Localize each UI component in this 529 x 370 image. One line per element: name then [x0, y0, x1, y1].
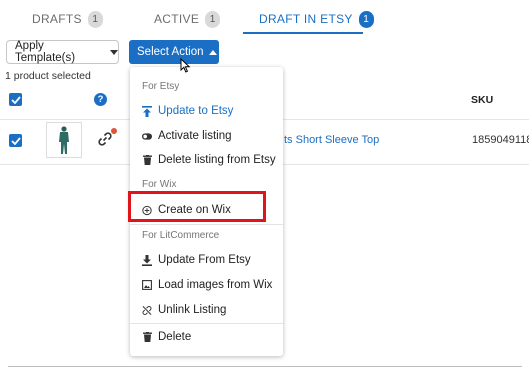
column-header-sku: SKU — [471, 94, 494, 106]
upload-icon — [142, 105, 152, 117]
menu-section-wix: For Wix — [142, 179, 177, 190]
menu-item-create-on-wix[interactable]: Create on Wix — [130, 199, 283, 221]
trash-icon — [142, 155, 152, 165]
menu-section-etsy: For Etsy — [142, 81, 180, 92]
row-checkbox[interactable] — [9, 134, 22, 147]
apply-template-label: Apply Template(s) — [15, 40, 76, 64]
select-all-checkbox[interactable] — [9, 93, 22, 106]
menu-item-label: Activate listing — [158, 130, 232, 142]
toggle-icon — [142, 132, 152, 140]
status-dot — [111, 128, 117, 134]
menu-divider — [130, 224, 283, 225]
tab-count-badge: 1 — [87, 10, 103, 28]
menu-item-label: Unlink Listing — [158, 304, 227, 316]
tab-active[interactable]: ACTIVE 1 — [154, 8, 221, 30]
menu-item-label: Delete listing from Etsy — [158, 154, 276, 166]
apply-template-button[interactable]: Apply Template(s) — [6, 40, 119, 64]
menu-item-label: Delete — [158, 331, 192, 343]
help-icon[interactable]: ? — [94, 93, 107, 106]
trash-icon — [142, 332, 152, 342]
tab-drafts[interactable]: DRAFTS 1 — [32, 8, 103, 30]
tab-count-badge: 1 — [358, 10, 374, 28]
selection-count: 1 product selected — [5, 70, 91, 82]
menu-item-label: Update From Etsy — [158, 254, 251, 266]
check-icon — [10, 136, 21, 145]
bottom-divider — [8, 366, 522, 367]
tab-label: DRAFT IN ETSY — [259, 12, 353, 26]
product-title-link[interactable]: ts Short Sleeve Top — [284, 134, 379, 146]
add-circle-icon — [142, 205, 152, 215]
mouse-cursor-icon — [180, 58, 191, 73]
download-icon — [142, 254, 152, 266]
menu-item-delete-from-etsy[interactable]: Delete listing from Etsy — [130, 149, 283, 171]
select-action-menu: For Etsy Update to Etsy Activate listing… — [130, 67, 283, 356]
select-action-button[interactable]: Select Action — [129, 40, 219, 64]
menu-divider — [130, 323, 283, 324]
tab-count-badge: 1 — [205, 10, 221, 28]
menu-item-label: Update to Etsy — [158, 105, 234, 117]
active-tab-indicator — [243, 32, 363, 34]
menu-item-unlink-listing[interactable]: Unlink Listing — [130, 299, 283, 321]
sku-value: 1859049118 — [472, 134, 529, 146]
menu-item-delete[interactable]: Delete — [130, 326, 283, 348]
menu-item-update-to-etsy[interactable]: Update to Etsy — [130, 100, 283, 122]
chevron-up-icon — [209, 49, 218, 55]
tab-draft-in-etsy[interactable]: DRAFT IN ETSY 1 — [259, 8, 374, 30]
menu-item-label: Create on Wix — [158, 204, 231, 216]
menu-item-activate-listing[interactable]: Activate listing — [130, 125, 283, 147]
menu-item-update-from-etsy[interactable]: Update From Etsy — [130, 249, 283, 271]
status-tabs: DRAFTS 1 ACTIVE 1 DRAFT IN ETSY 1 — [0, 0, 529, 36]
tab-label: DRAFTS — [32, 12, 82, 26]
check-icon — [10, 95, 21, 104]
select-action-label: Select Action — [137, 46, 204, 58]
menu-section-litcommerce: For LitCommerce — [142, 230, 220, 241]
unlink-icon — [142, 305, 152, 315]
tab-label: ACTIVE — [154, 12, 200, 26]
product-thumbnail[interactable] — [46, 122, 82, 158]
menu-item-load-images-from-wix[interactable]: Load images from Wix — [130, 274, 283, 296]
image-icon — [142, 280, 152, 290]
product-image — [59, 126, 69, 154]
chevron-down-icon — [110, 49, 118, 55]
menu-item-label: Load images from Wix — [158, 279, 273, 291]
